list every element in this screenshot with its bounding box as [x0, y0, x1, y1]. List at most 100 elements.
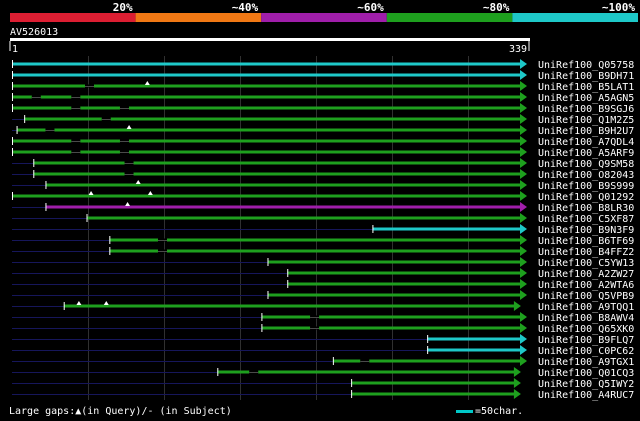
alignment-bar — [12, 73, 521, 77]
hit-label: UniRef100_Q1M2Z5 — [538, 115, 634, 126]
hit-label: UniRef100_A4RUC7 — [538, 390, 634, 401]
alignment-arrow — [520, 290, 527, 300]
hit-rows: UniRef100_Q05758UniRef100_B9DH71UniRef10… — [12, 59, 634, 401]
query-gap-marker — [76, 301, 82, 305]
alignment-bar — [63, 304, 515, 308]
alignment-arrow — [520, 114, 527, 124]
hit-row: UniRef100_A2WTA6 — [12, 279, 634, 291]
hit-label: UniRef100_C5XF87 — [538, 214, 634, 225]
hit-label: UniRef100_A9TQQ1 — [538, 302, 634, 313]
query-ruler: 1 339 — [9, 38, 530, 55]
query-gap-marker — [125, 202, 131, 206]
scale-swatch — [456, 409, 473, 413]
hit-label: UniRef100_Q01CQ3 — [538, 368, 634, 379]
legend-swatch — [261, 13, 387, 22]
alignment-arrow — [520, 213, 527, 223]
hit-row: UniRef100_Q01292 — [12, 191, 634, 203]
hit-label: UniRef100_Q5IWY2 — [538, 379, 634, 390]
alignment-bar — [267, 293, 521, 297]
legend-label: ~80% — [483, 1, 510, 14]
hit-row: UniRef100_B5LAT1 — [12, 81, 634, 93]
alignment-arrow — [520, 356, 527, 366]
alignment-arrow — [520, 169, 527, 179]
hit-row: UniRef100_B9FLQ7 — [12, 334, 634, 346]
legend-swatch — [512, 13, 638, 22]
hit-row: UniRef100_Q5VPB9 — [12, 290, 634, 302]
alignment-arrow — [520, 323, 527, 333]
legend-swatch — [386, 13, 513, 22]
scale-label: =50char. — [475, 406, 524, 417]
alignment-bar — [351, 392, 515, 396]
alignment-bar — [12, 62, 521, 66]
hit-label: UniRef100_B9SGJ6 — [538, 104, 634, 115]
alignment-arrow — [520, 312, 527, 322]
alignment-arrow — [520, 345, 527, 355]
alignment-bar — [12, 95, 521, 99]
alignment-bar — [287, 271, 521, 275]
alignment-bar — [24, 117, 521, 121]
alignment-bar — [86, 216, 521, 220]
query-gap-marker — [88, 191, 94, 195]
hit-label: UniRef100_B4FFZ2 — [538, 247, 634, 258]
hit-row: UniRef100_B4FFZ2 — [12, 246, 634, 258]
alignment-bar — [33, 172, 521, 176]
identity-legend: 20% ~40% ~60% ~80% ~100% — [10, 1, 638, 22]
hit-row: UniRef100_C0PC62 — [12, 345, 634, 357]
hit-row: UniRef100_O82043 — [12, 169, 634, 181]
alignment-arrow — [520, 191, 527, 201]
query-gap-marker — [135, 180, 141, 184]
legend-swatch — [135, 13, 262, 22]
query-gap-marker — [126, 125, 132, 129]
query-gap-marker — [144, 81, 150, 85]
hit-row: UniRef100_A9TGX1 — [12, 356, 634, 368]
query-name: AV526013 — [10, 27, 58, 38]
alignment-bar — [351, 381, 515, 385]
hit-row: UniRef100_Q05758 — [12, 59, 634, 71]
hit-label: UniRef100_B9FLQ7 — [538, 335, 634, 346]
hit-row: UniRef100_B9H2U7 — [12, 125, 634, 137]
hit-label: UniRef100_B9H2U7 — [538, 126, 634, 137]
hit-row: UniRef100_B9N3F9 — [12, 224, 634, 236]
alignment-arrow — [513, 367, 521, 377]
hit-row: UniRef100_A5AGN5 — [12, 92, 634, 104]
query-start-label: 1 — [12, 44, 18, 55]
hit-row: UniRef100_A2ZW27 — [12, 268, 634, 280]
alignment-arrow — [513, 301, 521, 311]
alignment-arrow — [520, 103, 527, 113]
hit-row: UniRef100_A7QDL4 — [12, 136, 634, 148]
alignment-bar — [217, 370, 515, 374]
hit-row: UniRef100_Q1M2Z5 — [12, 114, 634, 126]
alignment-arrow — [513, 378, 521, 388]
hit-row: UniRef100_Q01CQ3 — [12, 367, 634, 379]
hit-label: UniRef100_A5ARF9 — [538, 148, 634, 159]
hit-row: UniRef100_A9TQQ1 — [12, 301, 634, 313]
alignment-chart: 20% ~40% ~60% ~80% ~100% AV526013 1 339 UniR… — [9, 1, 638, 401]
alignment-arrow — [520, 125, 527, 135]
hit-label: UniRef100_B9N3F9 — [538, 225, 634, 236]
hit-label: UniRef100_C5YW13 — [538, 258, 634, 269]
alignment-bar — [16, 128, 521, 132]
alignment-bar — [427, 348, 521, 352]
hit-row: UniRef100_B9SGJ6 — [12, 103, 634, 115]
hit-label: UniRef100_B9S999 — [538, 181, 634, 192]
hit-label: UniRef100_Q5VPB9 — [538, 291, 634, 302]
hit-label: UniRef100_A7QDL4 — [538, 137, 634, 148]
gaps-legend: Large gaps:▲(in Query)/- (in Subject) — [9, 406, 232, 417]
hit-label: UniRef100_Q01292 — [538, 192, 634, 203]
alignment-arrow — [520, 246, 527, 256]
alignment-bar — [261, 315, 521, 319]
alignment-bar — [372, 227, 521, 231]
hit-row: UniRef100_Q9SM58 — [12, 158, 634, 170]
hit-row: UniRef100_B8LR30 — [12, 202, 634, 214]
alignment-arrow — [520, 334, 527, 344]
alignment-bar — [109, 238, 522, 242]
alignment-bar — [12, 150, 521, 154]
alignment-arrow — [520, 158, 527, 168]
scale-legend: =50char. — [456, 406, 523, 417]
hit-row: UniRef100_B6TF69 — [12, 235, 634, 247]
hit-label: UniRef100_B8LR30 — [538, 203, 634, 214]
hit-label: UniRef100_Q05758 — [538, 60, 634, 71]
hit-label: UniRef100_A2WTA6 — [538, 280, 634, 291]
alignment-arrow — [520, 279, 527, 289]
legend-swatch — [10, 13, 136, 22]
